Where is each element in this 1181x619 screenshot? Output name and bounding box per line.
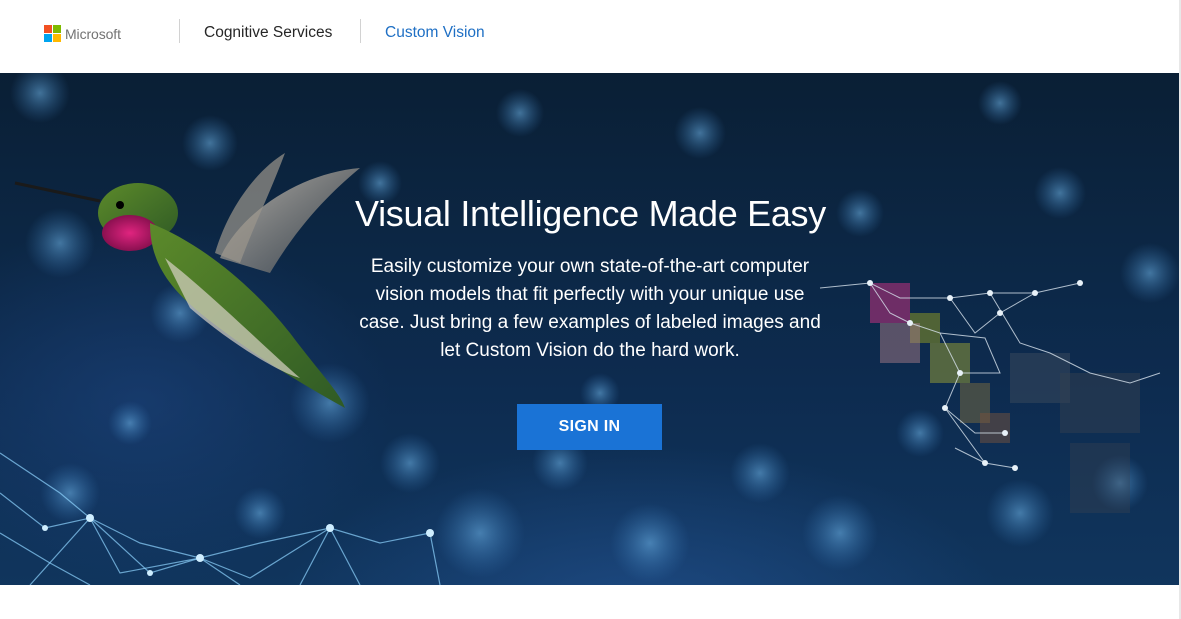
nav-link-cognitive-services[interactable]: Cognitive Services — [204, 24, 332, 42]
hero-title: Visual Intelligence Made Easy — [355, 193, 826, 234]
nav-divider — [179, 19, 180, 43]
nav-link-custom-vision[interactable]: Custom Vision — [385, 24, 485, 42]
microsoft-squares-icon — [44, 25, 61, 42]
microsoft-logo[interactable]: Microsoft — [44, 25, 121, 42]
microsoft-wordmark: Microsoft — [65, 25, 121, 42]
hummingbird-image — [14, 153, 360, 408]
top-navigation-bar: Microsoft Cognitive Services Custom Visi… — [0, 0, 1181, 73]
hero-banner: Visual Intelligence Made Easy Easily cus… — [0, 73, 1181, 585]
nav-divider — [360, 19, 361, 43]
hero-description: Easily customize your own state-of-the-a… — [359, 256, 821, 361]
sign-in-button[interactable]: SIGN IN — [517, 404, 662, 450]
